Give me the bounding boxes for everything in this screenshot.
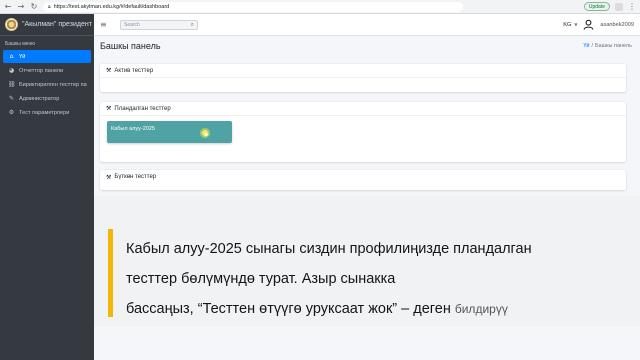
caption-line: тесттер бөлүмүндө турат. Азыр сынакка [126, 271, 396, 287]
search-box: ⌕ [120, 19, 198, 30]
reload-icon[interactable]: ↻ [30, 2, 38, 11]
sidebar-item-home[interactable]: ⌂ Үй [3, 50, 91, 63]
active-tests-card: ⚒ Актив тесттер [100, 64, 626, 92]
language-label: KG [563, 21, 572, 28]
breadcrumb-separator: / [591, 43, 593, 49]
sidebar-item-linked-tests[interactable]: ⛓ Бириктирилген тесттер па [3, 78, 91, 91]
top-navbar: ≡ ⌕ KG ▼ asanbek2009 [94, 14, 640, 36]
breadcrumb: Үй / Башкы панель [583, 43, 632, 49]
cursor-icon: ▶ [205, 132, 209, 138]
search-icon[interactable]: ⌕ [191, 21, 194, 29]
caption-fading-word: билдирүү [454, 302, 508, 316]
gavel-icon: ⚒ [106, 105, 112, 112]
caption-line-text: бассаңыз, “Тесттен өтүүгө уруксаат жок” … [126, 301, 451, 317]
page-header: Башкы панель Үй / Башкы панель [94, 36, 640, 56]
finished-tests-card: ⚒ Бүткөн тесттер [100, 170, 626, 190]
sidebar-item-label: Бириктирилген тесттер па [19, 81, 87, 88]
user-icon[interactable] [583, 19, 594, 30]
sidebar: "Акылман" президент Башкы меню ⌂ Үй ◕ От… [0, 14, 94, 360]
caption-accent-bar [108, 229, 113, 317]
card-header: ⚒ Пландалган тесттер [100, 102, 626, 116]
extensions-icon[interactable] [615, 2, 623, 11]
test-tile-label: Кабыл алуу-2025 [111, 126, 155, 132]
menu-dots-icon[interactable]: ⋮ [628, 2, 636, 11]
forward-icon[interactable]: → [17, 2, 25, 11]
gavel-icon: ⚒ [106, 173, 112, 181]
sidebar-item-label: Администратор [19, 95, 60, 102]
search-input[interactable] [124, 21, 184, 28]
page-title: Башкы панель [100, 41, 161, 51]
card-title: Актив тесттер [114, 67, 154, 74]
card-header: ⚒ Актив тесттер [100, 64, 626, 78]
wrench-icon: ✎ [8, 95, 15, 102]
caption-text: Кабыл алуу-2025 сынагы сиздин профилиңиз… [126, 234, 626, 324]
caption-line: бассаңыз, “Тесттен өтүүгө уруксаат жок” … [126, 294, 626, 324]
sidebar-item-test-settings[interactable]: ⚙ Тест параметрлери [3, 106, 91, 119]
caption-overlay: Кабыл алуу-2025 сынагы сиздин профилиңиз… [94, 196, 640, 326]
logo [5, 18, 18, 31]
brand-text: "Акылман" президент [22, 21, 92, 28]
sidebar-item-reports[interactable]: ◕ Отчеттор панели [3, 64, 91, 77]
card-title: Пландалган тесттер [114, 105, 171, 112]
sidebar-item-label: Тест параметрлери [19, 109, 70, 116]
caption-line: Кабыл алуу-2025 сынагы сиздин профилиңиз… [126, 241, 532, 257]
chevron-down-icon: ▼ [574, 22, 578, 27]
breadcrumb-home-link[interactable]: Үй [583, 43, 589, 49]
sidebar-item-label: Отчеттор панели [19, 67, 64, 74]
lock-icon: 🔒︎ [48, 3, 51, 10]
sidebar-item-admin[interactable]: ✎ Администратор [3, 92, 91, 105]
brand[interactable]: "Акылман" президент [0, 14, 94, 36]
breadcrumb-current: Башкы панель [595, 43, 632, 49]
planned-tests-card: ⚒ Пландалган тесттер Кабыл алуу-2025 ▶ [100, 102, 626, 162]
address-bar[interactable]: 🔒︎ https://test.akylman.edu.kg/#/default… [43, 1, 463, 12]
back-icon[interactable]: ← [4, 2, 12, 11]
home-icon: ⌂ [9, 53, 14, 60]
dashboard-icon: ◕ [8, 67, 15, 74]
card-title: Бүткөн тесттер [114, 174, 157, 180]
menu-header: Башкы меню [5, 41, 35, 47]
url-text: https://test.akylman.edu.kg/#/default/da… [53, 3, 170, 10]
update-label: Update [588, 3, 605, 10]
test-tile-entrance-2025[interactable]: Кабыл алуу-2025 ▶ [107, 121, 232, 143]
language-selector[interactable]: KG ▼ [563, 22, 577, 28]
gavel-icon: ⚒ [106, 67, 112, 74]
hamburger-menu-icon[interactable]: ≡ [100, 20, 112, 29]
link-icon: ⛓ [8, 81, 16, 88]
username[interactable]: asanbek2009 [600, 22, 634, 28]
update-button[interactable]: Update [583, 2, 610, 11]
browser-toolbar: ← → ↻ 🔒︎ https://test.akylman.edu.kg/#/d… [0, 0, 640, 14]
sliders-icon: ⚙ [8, 109, 15, 116]
card-header: ⚒ Бүткөн тесттер [100, 170, 626, 184]
navbar-right: KG ▼ asanbek2009 [563, 19, 634, 30]
sidebar-item-label: Үй [19, 53, 26, 60]
